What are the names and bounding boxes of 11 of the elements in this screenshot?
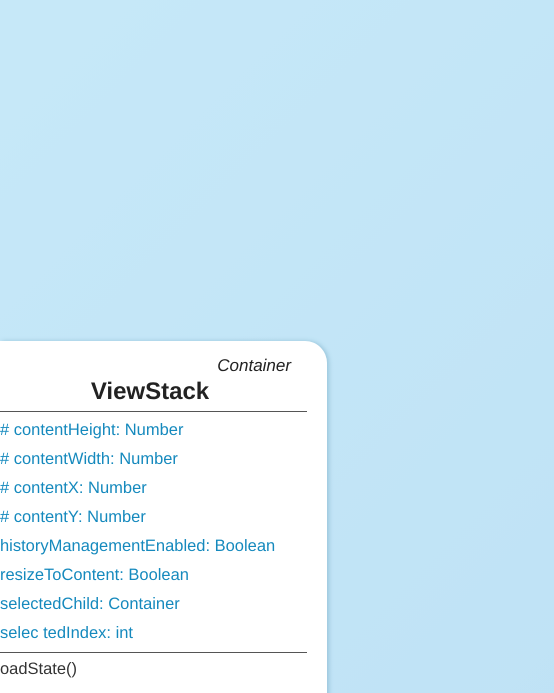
attribute-text: # contentY: Number [0, 507, 147, 528]
class-name: ViewStack [90, 377, 210, 407]
attribute-text: # contentX: Number [0, 478, 148, 499]
attribute-text: historyManagementEnabled: Boolean [0, 536, 276, 557]
method-text: oadState() [0, 659, 78, 680]
attribute-text: resizeToContent: Boolean [0, 565, 190, 586]
attribute-text: selec tedIndex: int [0, 623, 134, 644]
superclass-label: Container [216, 355, 292, 377]
attribute-text: # contentWidth: Number [0, 449, 179, 470]
attribute-text: # contentHeight: Number [0, 420, 184, 441]
attribute-text: selectedChild: Container [0, 594, 181, 615]
